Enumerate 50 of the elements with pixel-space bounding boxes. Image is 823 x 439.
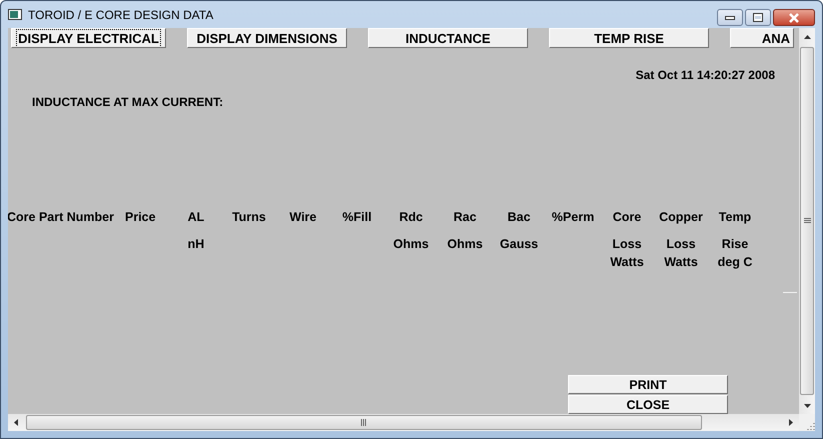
column-unit: Ohms	[393, 237, 429, 253]
column-header: Turns	[232, 210, 266, 226]
maximize-button[interactable]	[745, 9, 771, 26]
column-header: Wire	[290, 210, 316, 226]
column-unit: Ohms	[447, 237, 483, 253]
grip-icon	[804, 218, 810, 224]
minimize-icon	[725, 16, 735, 20]
app-icon	[8, 9, 22, 20]
column-header: Price	[125, 210, 156, 226]
section-heading: INDUCTANCE AT MAX CURRENT:	[32, 95, 224, 109]
column-header: Rdc	[399, 210, 423, 226]
column-unit: deg C	[718, 255, 752, 271]
column-header: Copper	[659, 210, 703, 226]
grip-icon	[361, 419, 367, 426]
column-header: Rac	[454, 210, 476, 226]
column-unit: Watts	[610, 255, 644, 271]
view-button[interactable]: ANA	[730, 28, 794, 48]
resize-grip-icon[interactable]	[805, 421, 815, 431]
right-arrow-icon[interactable]	[789, 419, 793, 426]
column-unit: nH	[188, 237, 204, 253]
up-arrow-icon[interactable]	[804, 34, 810, 38]
view-button[interactable]: DISPLAY DIMENSIONS	[187, 28, 347, 48]
timestamp: Sat Oct 11 14:20:27 2008	[636, 68, 775, 82]
view-button[interactable]: TEMP RISE	[549, 28, 709, 48]
column-header: AL	[188, 210, 204, 226]
scroll-thumb[interactable]	[26, 415, 702, 430]
action-button[interactable]: PRINT	[568, 375, 728, 394]
close-icon	[788, 12, 800, 22]
column-unit: Rise	[722, 237, 748, 253]
horizontal-scrollbar[interactable]	[8, 414, 799, 431]
view-button[interactable]: INDUCTANCE	[368, 28, 528, 48]
column-header: Temp	[718, 210, 752, 226]
minimize-button[interactable]	[717, 9, 743, 26]
column-header: Bac	[508, 210, 530, 226]
column-unit: Loss	[612, 237, 642, 253]
down-arrow-icon[interactable]	[804, 404, 810, 408]
action-button[interactable]: CLOSE	[568, 395, 728, 414]
maximize-icon	[753, 13, 763, 22]
column-unit: Watts	[664, 255, 698, 271]
window-title: TOROID / E CORE DESIGN DATA	[28, 8, 214, 22]
view-button[interactable]: DISPLAY ELECTRICAL	[11, 28, 166, 48]
column-header: %Fill	[342, 210, 372, 226]
close-button[interactable]	[773, 9, 815, 26]
vertical-scrollbar[interactable]	[799, 28, 815, 414]
column-header: %Perm	[552, 210, 594, 226]
column-header: Core	[612, 210, 642, 226]
column-unit: Loss	[666, 237, 696, 253]
left-arrow-icon[interactable]	[14, 419, 18, 426]
scroll-thumb[interactable]	[800, 47, 814, 395]
column-unit: Gauss	[500, 237, 538, 253]
